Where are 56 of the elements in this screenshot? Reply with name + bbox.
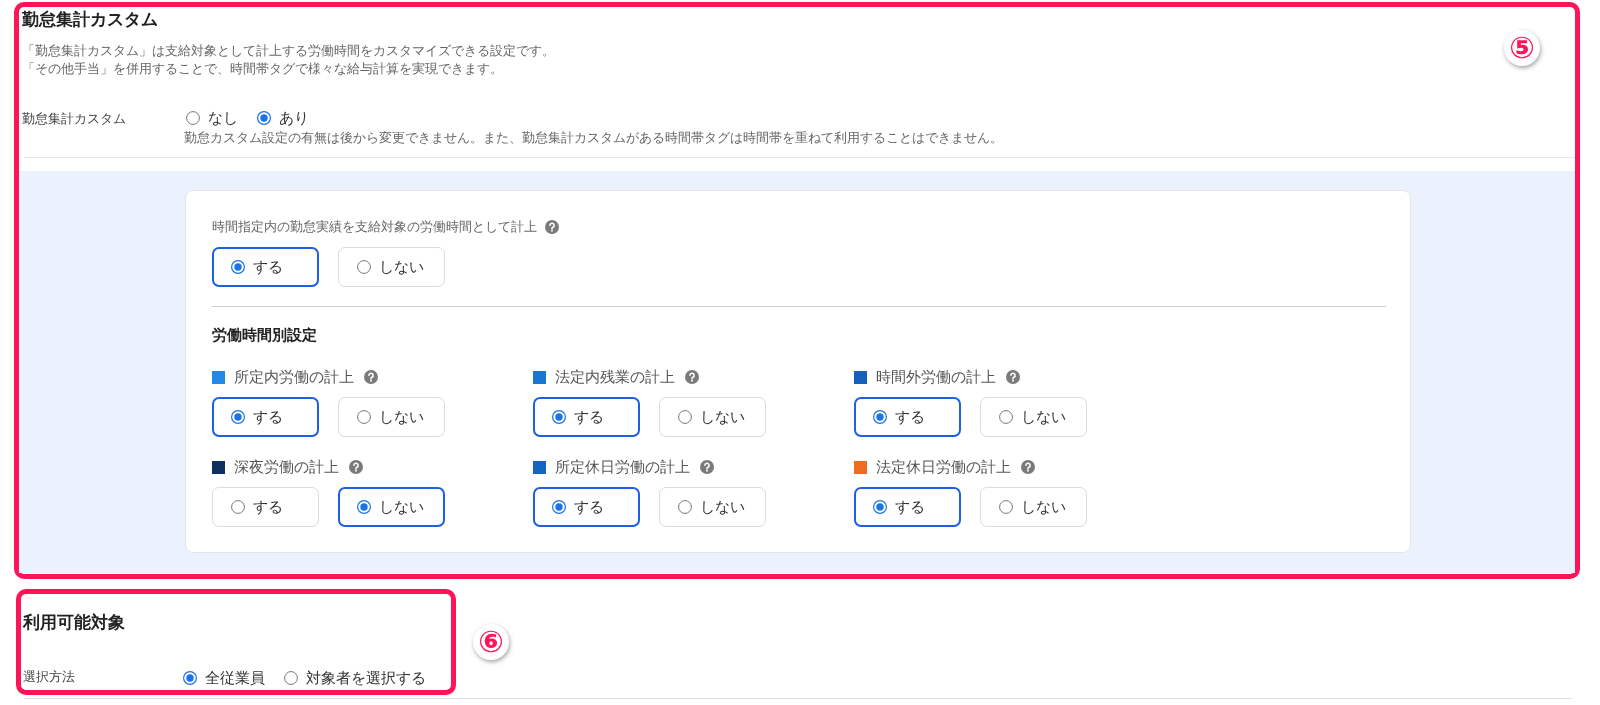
option-button[interactable]: しない: [659, 397, 766, 437]
help-icon[interactable]: [700, 460, 714, 474]
radio-icon: [873, 500, 887, 514]
setting-label: 所定休日労働の計上: [555, 457, 690, 478]
radio-icon: [999, 410, 1013, 424]
option-button[interactable]: しない: [338, 397, 445, 437]
radio-icon: [552, 410, 566, 424]
callout-number: ⑤: [1504, 30, 1540, 66]
radio-option[interactable]: 全従業員: [183, 668, 265, 688]
description-text: 「その他手当」を併用することで、時間帯タグで様々な給与計算を実現できます。: [22, 60, 504, 78]
section-title: 利用可能対象: [23, 611, 126, 634]
field-label: 勤怠集計カスタム: [22, 110, 127, 128]
setting-label: 法定休日労働の計上: [876, 457, 1011, 478]
section-title: 勤怠集計カスタム: [22, 8, 159, 31]
note-text: 勤怠カスタム設定の有無は後から変更できません。また、勤怠集計カスタムがある時間帯タグは時間帯を重ねて利用することはできません。: [184, 129, 1003, 147]
radio-icon: [552, 500, 566, 514]
help-icon[interactable]: [349, 460, 363, 474]
help-icon[interactable]: [364, 370, 378, 384]
option-button[interactable]: する: [212, 487, 319, 527]
description-text: 「勤怠集計カスタム」は支給対象として計上する労働時間をカスタマイズできる設定です。: [22, 42, 556, 60]
radio-option[interactable]: 対象者を選択する: [284, 668, 426, 688]
radio-icon: [231, 500, 245, 514]
radio-icon: [873, 410, 887, 424]
option-button[interactable]: しない: [338, 247, 445, 287]
radio-option[interactable]: なし: [186, 108, 238, 128]
option-button[interactable]: する: [533, 397, 640, 437]
radio-icon: [678, 500, 692, 514]
field-label: 選択方法: [23, 668, 76, 686]
option-button[interactable]: する: [854, 397, 961, 437]
radio-icon: [357, 260, 371, 274]
option-button[interactable]: する: [533, 487, 640, 527]
setting-label: 所定内労働の計上: [234, 367, 354, 388]
setting-label: 時間外労働の計上: [876, 367, 996, 388]
radio-icon: [357, 500, 371, 514]
question-label: 時間指定内の勤怠実績を支給対象の労働時間として計上: [212, 218, 537, 236]
option-button[interactable]: しない: [659, 487, 766, 527]
option-button[interactable]: する: [212, 397, 319, 437]
help-icon[interactable]: [685, 370, 699, 384]
radio-icon: [999, 500, 1013, 514]
radio-icon: [231, 260, 245, 274]
radio-icon: [357, 410, 371, 424]
help-icon[interactable]: [1006, 370, 1020, 384]
option-button[interactable]: する: [854, 487, 961, 527]
help-icon[interactable]: [1021, 460, 1035, 474]
radio-icon: [678, 410, 692, 424]
setting-label: 深夜労働の計上: [234, 457, 339, 478]
option-button[interactable]: しない: [980, 397, 1087, 437]
subheading: 労働時間別設定: [212, 325, 318, 346]
setting-label: 法定内残業の計上: [555, 367, 675, 388]
option-button[interactable]: しない: [980, 487, 1087, 527]
radio-option[interactable]: あり: [257, 108, 309, 128]
callout-number: ⑥: [473, 624, 509, 660]
radio-icon: [231, 410, 245, 424]
option-button[interactable]: する: [212, 247, 319, 287]
option-button[interactable]: しない: [338, 487, 445, 527]
help-icon[interactable]: [545, 220, 559, 234]
